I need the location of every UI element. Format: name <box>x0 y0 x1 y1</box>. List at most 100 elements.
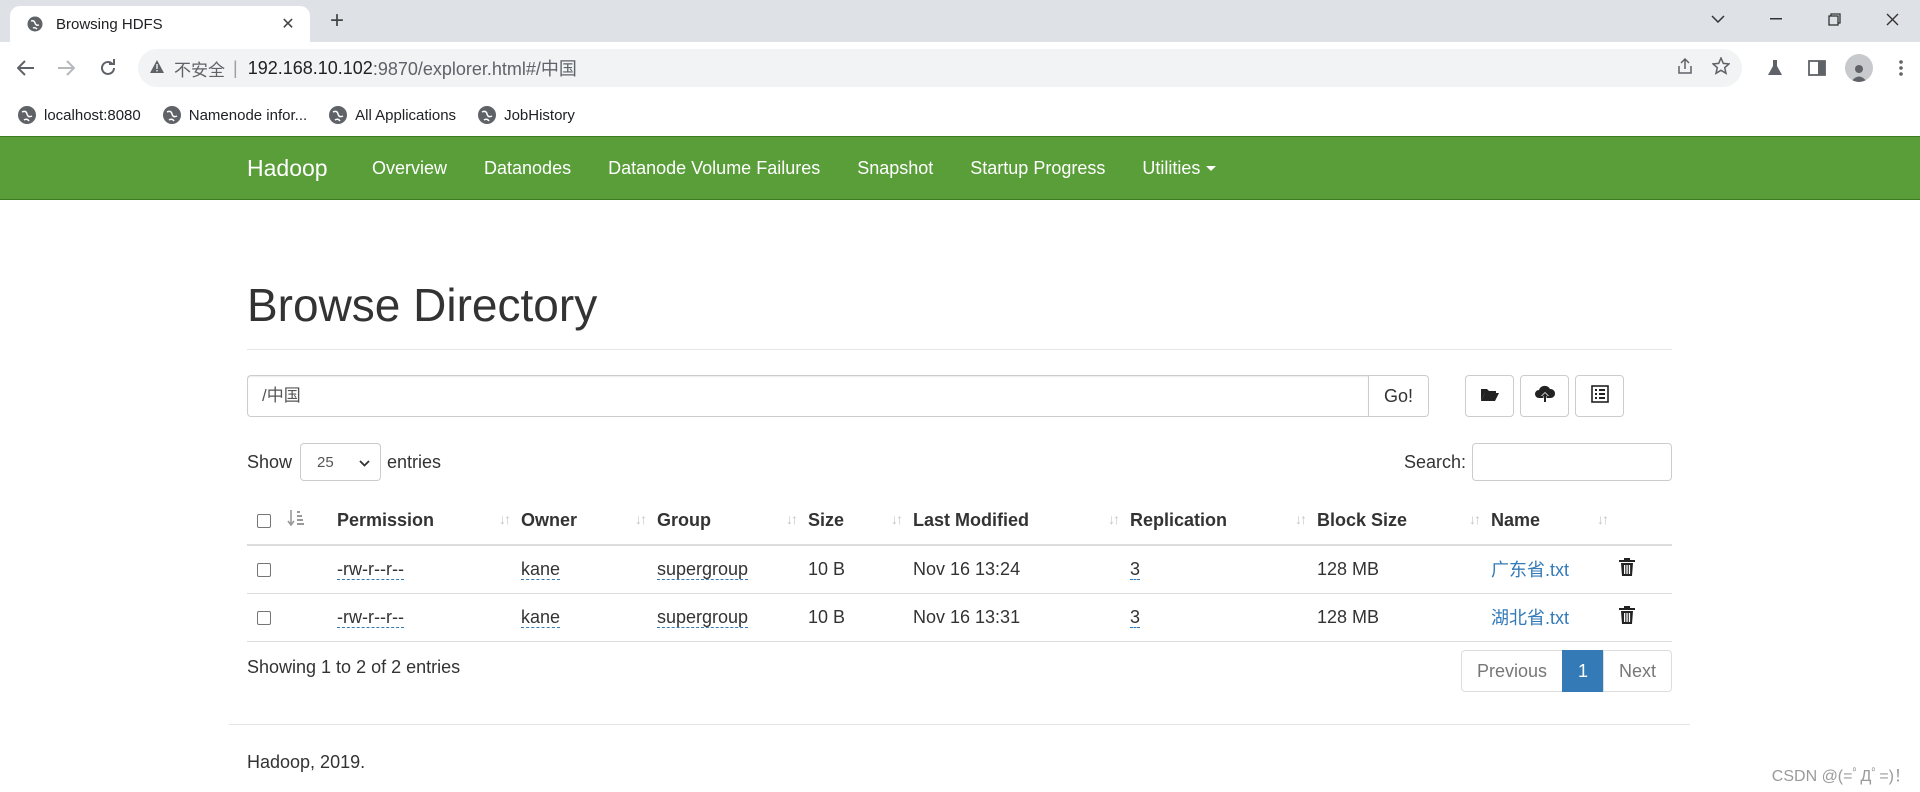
column-name[interactable]: Name ↓↑ <box>1491 497 1619 546</box>
bookmark-localhost[interactable]: localhost:8080 <box>18 106 141 124</box>
menu-kebab-icon[interactable] <box>1882 49 1920 87</box>
browser-tab[interactable]: Browsing HDFS ✕ <box>10 6 310 42</box>
search-input[interactable] <box>1472 443 1672 481</box>
trash-icon[interactable] <box>1619 605 1635 629</box>
footer-text: Hadoop, 2019. <box>247 752 366 772</box>
cell-size: 10 B <box>808 593 913 642</box>
labs-icon[interactable] <box>1756 49 1794 87</box>
cell-replication: 3 <box>1130 545 1317 594</box>
column-size[interactable]: Size ↓↑ <box>808 497 913 546</box>
column-block-size[interactable]: Block Size ↓↑ <box>1317 497 1491 546</box>
pagination: Previous 1 Next <box>1460 650 1672 692</box>
column-actions <box>1619 497 1672 546</box>
go-button[interactable]: Go! <box>1368 375 1429 417</box>
tab-search-icon[interactable] <box>1690 0 1746 38</box>
select-all-header <box>247 497 287 546</box>
sort-icon: ↓↑ <box>499 511 511 527</box>
column-owner[interactable]: Owner ↓↑ <box>521 497 657 546</box>
address-bar[interactable]: 不安全 | 192.168.10.102:9870/explorer.html#… <box>138 49 1742 87</box>
cell-actions <box>1619 545 1672 594</box>
column-label: Size <box>808 510 845 530</box>
tab-title: Browsing HDFS <box>56 15 163 33</box>
reload-icon[interactable] <box>90 50 126 86</box>
cell-last-modified: Nov 16 13:31 <box>913 593 1130 642</box>
cell-size: 10 B <box>808 545 913 594</box>
trash-icon[interactable] <box>1619 557 1635 581</box>
empty-cell <box>287 545 337 594</box>
divider <box>247 349 1672 350</box>
share-icon[interactable] <box>1676 57 1694 79</box>
globe-icon <box>18 106 36 124</box>
search-label: Search: <box>1403 451 1466 472</box>
group-link[interactable]: supergroup <box>657 558 749 580</box>
url-path: :9870/explorer.html#/中国 <box>372 59 577 79</box>
nav-datanode-volume-failures[interactable]: Datanode Volume Failures <box>608 158 820 179</box>
column-permission[interactable]: Permission ↓↑ <box>337 497 521 546</box>
sort-icon: ↓↑ <box>1108 511 1120 527</box>
page-1-button[interactable]: 1 <box>1561 650 1604 692</box>
side-panel-icon[interactable] <box>1798 49 1836 87</box>
navbar-brand[interactable]: Hadoop <box>247 155 328 182</box>
row-select-cell <box>247 545 287 594</box>
cell-group: supergroup <box>657 593 808 642</box>
bookmark-all-applications[interactable]: All Applications <box>329 106 456 124</box>
file-table: Permission ↓↑ Owner ↓↑ Group ↓↑ Size ↓↑ Last… <box>247 497 1672 642</box>
owner-link[interactable]: kane <box>521 558 561 580</box>
back-icon[interactable] <box>8 50 44 86</box>
forward-icon[interactable] <box>48 50 84 86</box>
new-tab-icon[interactable]: + <box>324 8 350 34</box>
globe-icon <box>329 106 348 124</box>
cell-name: 广东省.txt <box>1491 545 1619 594</box>
previous-button[interactable]: Previous <box>1460 650 1563 692</box>
restore-icon[interactable] <box>1806 0 1862 38</box>
cell-name: 湖北省.txt <box>1491 593 1619 642</box>
nav-utilities[interactable]: Utilities <box>1142 158 1217 179</box>
nav-datanodes[interactable]: Datanodes <box>484 158 571 179</box>
file-name-link[interactable]: 湖北省.txt <box>1491 608 1569 628</box>
divider <box>229 724 1690 725</box>
column-last-modified[interactable]: Last Modified ↓↑ <box>913 497 1130 546</box>
warning-icon[interactable] <box>150 60 164 76</box>
upload-files-button[interactable] <box>1520 375 1569 417</box>
column-group[interactable]: Group ↓↑ <box>657 497 808 546</box>
permission-link[interactable]: -rw-r--r-- <box>337 606 404 628</box>
bookmark-namenode[interactable]: Namenode infor... <box>162 106 308 124</box>
nav-startup-progress[interactable]: Startup Progress <box>970 158 1105 179</box>
replication-link[interactable]: 3 <box>1130 606 1141 628</box>
cell-last-modified: Nov 16 13:24 <box>913 545 1130 594</box>
sort-icon: ↓↑ <box>786 511 798 527</box>
row-checkbox[interactable] <box>257 610 271 625</box>
bookmark-star-icon[interactable] <box>1711 55 1731 80</box>
bookmark-jobhistory[interactable]: JobHistory <box>478 106 575 124</box>
row-checkbox[interactable] <box>257 563 271 577</box>
window-close-icon[interactable] <box>1864 0 1920 38</box>
bookmark-label: Namenode infor... <box>188 106 308 124</box>
file-name-link[interactable]: 广东省.txt <box>1491 560 1569 580</box>
owner-link[interactable]: kane <box>521 606 561 628</box>
folder-open-icon <box>1480 386 1500 407</box>
permission-link[interactable]: -rw-r--r-- <box>337 558 404 580</box>
sort-icon: ↓↑ <box>635 511 647 527</box>
cell-block-size: 128 MB <box>1317 545 1491 594</box>
next-button[interactable]: Next <box>1602 650 1672 692</box>
bookmark-label: JobHistory <box>504 106 575 124</box>
directory-path-input[interactable]: /中国 <box>247 375 1368 417</box>
minimize-icon[interactable] <box>1748 0 1804 38</box>
url-host: 192.168.10.102 <box>247 57 373 78</box>
group-link[interactable]: supergroup <box>657 606 749 628</box>
entries-label: entries <box>387 451 442 472</box>
nav-overview[interactable]: Overview <box>372 158 447 179</box>
select-all-checkbox[interactable] <box>257 514 271 529</box>
hadoop-navbar: Hadoop Overview Datanodes Datanode Volum… <box>0 136 1920 200</box>
insecure-label[interactable]: 不安全 <box>174 56 225 81</box>
page-length-select[interactable]: 25 <box>300 443 382 481</box>
nav-snapshot[interactable]: Snapshot <box>857 158 933 179</box>
sort-column-header[interactable] <box>287 497 337 546</box>
cut-paste-button[interactable] <box>1575 375 1624 417</box>
close-tab-icon[interactable]: ✕ <box>278 14 298 34</box>
create-directory-button[interactable] <box>1465 375 1514 417</box>
replication-link[interactable]: 3 <box>1130 558 1141 580</box>
column-replication[interactable]: Replication ↓↑ <box>1130 497 1317 546</box>
show-label: Show <box>247 451 293 472</box>
profile-avatar-icon[interactable] <box>1840 49 1878 87</box>
